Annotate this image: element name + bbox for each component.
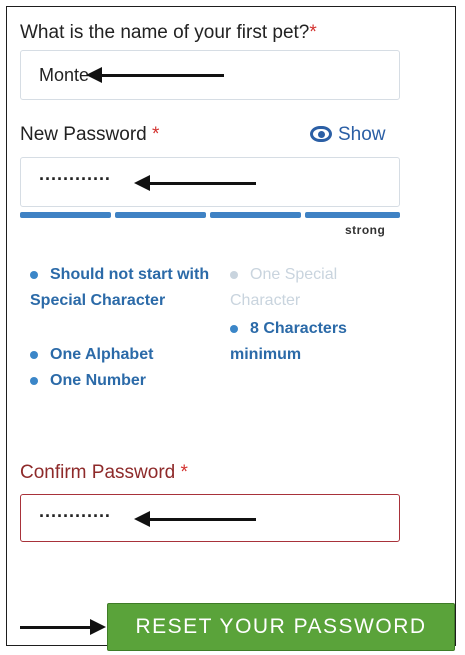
show-password-toggle[interactable]: Show [310, 124, 402, 150]
required-mark: * [309, 22, 317, 43]
required-mark: * [152, 124, 160, 145]
annotation-arrow-head [90, 619, 106, 635]
rule-eight-characters: 8 Characters minimum [230, 320, 347, 363]
annotation-arrow-line [100, 74, 224, 77]
confirm-password-masked-value: ············ [39, 506, 111, 526]
new-password-masked-value: ············ [39, 169, 111, 189]
confirm-password-text: Confirm Password [20, 462, 176, 483]
annotation-arrow-line [20, 626, 92, 629]
rule-one-alphabet: One Alphabet [30, 342, 210, 368]
annotation-arrow-line [148, 518, 256, 521]
bullet-icon [230, 324, 238, 333]
annotation-arrow-line [148, 182, 256, 185]
confirm-password-label: Confirm Password * [20, 462, 188, 484]
security-question-text: What is the name of your first pet? [20, 22, 310, 43]
required-mark: * [180, 462, 188, 483]
strength-segment-2 [115, 212, 206, 218]
rule-one-number: One Number [30, 368, 210, 394]
rule-one-special: One Special Character [230, 266, 338, 309]
security-question-label: What is the name of your first pet?* [20, 22, 317, 44]
strength-segment-3 [210, 212, 301, 218]
eye-icon [310, 126, 332, 142]
bullet-icon [230, 270, 238, 279]
bullet-icon [30, 376, 38, 385]
reset-password-button[interactable]: RESET YOUR PASSWORD [107, 603, 455, 651]
rule-no-special-start: Should not start with Special Character [30, 266, 210, 309]
show-label: Show [338, 124, 386, 145]
new-password-text: New Password [20, 124, 147, 145]
bullet-icon [30, 350, 38, 359]
bullet-icon [30, 270, 38, 279]
new-password-label: New Password * [20, 124, 159, 146]
strength-segment-4 [305, 212, 400, 218]
security-answer-value: Monte [39, 65, 90, 85]
strength-segment-1 [20, 212, 111, 218]
strength-label: strong [345, 223, 386, 237]
